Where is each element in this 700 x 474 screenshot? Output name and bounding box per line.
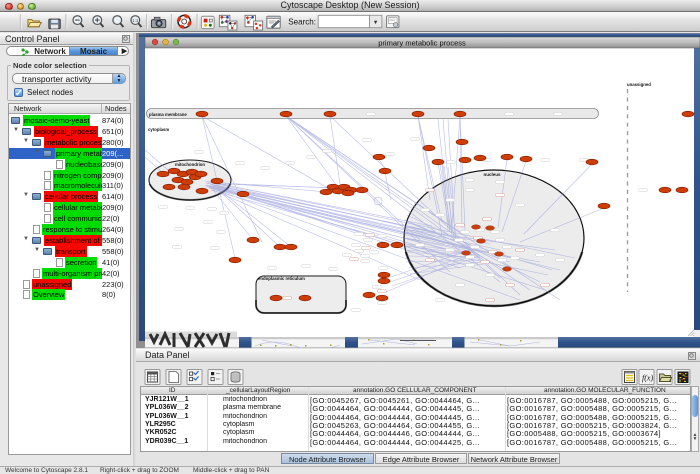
svg-text:cytoplasm: cytoplasm — [148, 127, 169, 132]
svg-text:▼: ▼ — [373, 20, 379, 26]
svg-text:Search:: Search: — [288, 17, 316, 26]
svg-text:mitochondrion: mitochondrion — [175, 162, 205, 167]
svg-text:f(x): f(x) — [642, 374, 653, 383]
svg-text:nucleus: nucleus — [483, 172, 501, 177]
svg-text:plasma membrane: plasma membrane — [149, 112, 187, 117]
svg-text:endoplasmic reticulum: endoplasmic reticulum — [258, 276, 305, 281]
svg-text:primary metabolic process: primary metabolic process — [378, 39, 466, 48]
svg-text:unassigned: unassigned — [627, 82, 651, 87]
svg-text:1:1: 1:1 — [132, 18, 139, 23]
